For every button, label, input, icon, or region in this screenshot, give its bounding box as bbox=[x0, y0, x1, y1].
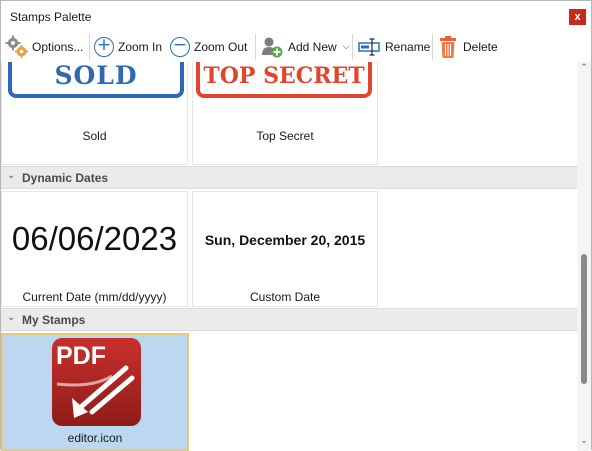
rename-icon bbox=[357, 35, 381, 59]
group-label: My Stamps bbox=[22, 313, 86, 327]
trash-icon bbox=[437, 35, 459, 59]
stamp-caption: Current Date (mm/dd/yyyy) bbox=[22, 290, 167, 304]
stamp-gallery: SOLD Sold TOP SECRET Top Secret ⌄ Dynami… bbox=[1, 62, 577, 451]
zoom-out-label: Zoom Out bbox=[194, 40, 248, 54]
scroll-up-arrow-icon[interactable]: ⌃ bbox=[577, 62, 591, 74]
stamp-caption: Sold bbox=[82, 129, 107, 143]
group-label: Dynamic Dates bbox=[22, 171, 109, 185]
title-bar: Stamps Palette x bbox=[1, 1, 591, 32]
stamp-tile-editor-icon[interactable]: PDF editor.icon bbox=[1, 333, 189, 451]
rename-label: Rename bbox=[385, 40, 431, 54]
scroll-down-arrow-icon[interactable]: ⌄ bbox=[577, 435, 591, 447]
toolbar-separator bbox=[432, 34, 433, 60]
stamp-caption: Custom Date bbox=[249, 290, 321, 304]
delete-button[interactable]: Delete bbox=[437, 32, 498, 62]
zoom-in-button[interactable]: + Zoom In bbox=[94, 32, 162, 62]
stamp-tile-custom-date[interactable]: Sun, December 20, 2015 Custom Date bbox=[192, 191, 378, 307]
toolbar: Options... + Zoom In − Zoom Out Add New bbox=[1, 32, 591, 62]
stamp-tile-top-secret[interactable]: TOP SECRET Top Secret bbox=[192, 62, 378, 165]
stamp-preview: 06/06/2023 bbox=[11, 220, 178, 257]
rename-button[interactable]: Rename bbox=[357, 32, 430, 62]
stamp-caption: editor.icon bbox=[67, 431, 123, 445]
scrollbar-thumb[interactable] bbox=[581, 254, 587, 384]
delete-label: Delete bbox=[463, 40, 498, 54]
add-new-label: Add New bbox=[288, 40, 337, 54]
toolbar-separator bbox=[255, 34, 256, 60]
vertical-scrollbar[interactable]: ⌃ ⌄ bbox=[577, 62, 591, 451]
stamp-tile-sold[interactable]: SOLD Sold bbox=[1, 62, 188, 165]
zoom-in-label: Zoom In bbox=[118, 40, 163, 54]
pdf-editor-icon: PDF bbox=[52, 338, 141, 426]
stamps-palette-window: Stamps Palette x Options... + Zoom In − … bbox=[0, 0, 592, 451]
toolbar-separator bbox=[352, 34, 353, 60]
options-button[interactable]: Options... bbox=[5, 32, 83, 62]
chevron-down-icon: ⌄ bbox=[7, 170, 16, 181]
chevron-down-icon: ⌄ bbox=[7, 312, 16, 323]
add-stamp-icon bbox=[260, 35, 284, 59]
window-title: Stamps Palette bbox=[10, 10, 92, 24]
chevron-down-icon: ⌵ bbox=[342, 42, 350, 52]
zoom-out-button[interactable]: − Zoom Out bbox=[170, 32, 247, 62]
group-header-my-stamps[interactable]: ⌄ My Stamps bbox=[1, 308, 577, 331]
stamp-preview: SOLD bbox=[8, 62, 184, 98]
group-header-dynamic-dates[interactable]: ⌄ Dynamic Dates bbox=[1, 166, 577, 189]
stamp-preview: Sun, December 20, 2015 bbox=[204, 232, 366, 248]
options-label: Options... bbox=[32, 40, 84, 54]
gears-icon bbox=[5, 35, 29, 59]
add-new-button[interactable]: Add New ⌵ bbox=[260, 32, 350, 62]
toolbar-separator bbox=[89, 34, 90, 60]
stamp-preview: TOP SECRET bbox=[196, 62, 372, 98]
stamp-caption: Top Secret bbox=[256, 129, 314, 143]
stamp-tile-current-date[interactable]: 06/06/2023 Current Date (mm/dd/yyyy) bbox=[1, 191, 188, 307]
zoom-out-icon: − bbox=[170, 37, 190, 57]
zoom-in-icon: + bbox=[94, 37, 114, 57]
close-button[interactable]: x bbox=[569, 9, 586, 25]
